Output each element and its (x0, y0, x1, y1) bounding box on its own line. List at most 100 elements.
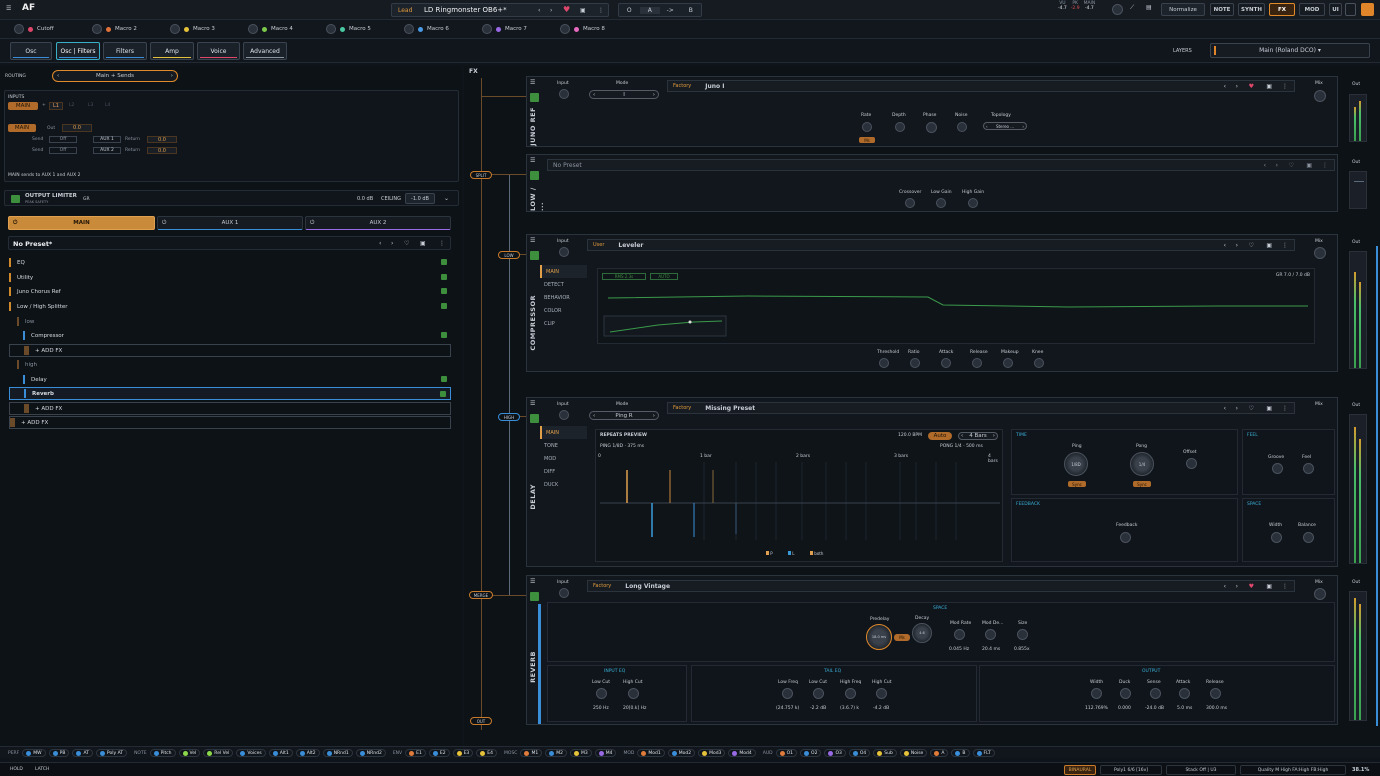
add-fx-high-button[interactable]: + ADD FX (9, 402, 451, 415)
mod-source-chip[interactable]: B (951, 749, 970, 757)
comp-attack-knob[interactable] (941, 358, 951, 368)
delay-favorite-icon[interactable]: ♡ (1249, 405, 1254, 412)
predelay-sync-button[interactable]: Ms (894, 634, 910, 641)
delay-more-icon[interactable]: ⋮ (1282, 405, 1288, 412)
mod-rate-knob[interactable] (954, 629, 965, 640)
utility-power-icon[interactable] (441, 274, 447, 280)
mod-source-chip[interactable]: FLT (972, 749, 995, 757)
nav-note[interactable]: NOTE (1210, 3, 1234, 16)
macro-6[interactable]: Macro 6 (404, 24, 482, 34)
juno-depth-knob[interactable] (895, 122, 905, 132)
comp-menu-detect[interactable]: DETECT (540, 278, 587, 291)
mod-source-chip[interactable]: O4 (848, 749, 871, 757)
juno-input-knob[interactable] (559, 89, 569, 99)
ab-copy-button[interactable]: -> (660, 7, 681, 14)
macro-knob[interactable] (92, 24, 102, 34)
ab-o-button[interactable]: O (619, 7, 640, 14)
delay-menu-duck[interactable]: DUCK (540, 478, 587, 491)
decay-knob[interactable]: 4.6 (912, 623, 932, 643)
mod-source-chip[interactable]: O1 (775, 749, 798, 757)
chain-item-delay[interactable]: Delay (9, 373, 451, 386)
favorite-heart-icon[interactable]: ♥ (563, 5, 570, 14)
splitter-prev-icon[interactable]: ‹ (1264, 162, 1266, 169)
reverb-power-icon[interactable] (440, 391, 446, 397)
ceiling-value[interactable]: -1.0 dB (405, 193, 435, 204)
quality-status[interactable]: Quality M High FA:High FB:High (1240, 765, 1346, 775)
mod-source-chip[interactable]: E3 (452, 749, 474, 757)
macro-knob[interactable] (14, 24, 24, 34)
reverb-prev-icon[interactable]: ‹ (1224, 583, 1226, 590)
comp-release-knob[interactable] (972, 358, 982, 368)
macro-2[interactable]: Macro 2 (92, 24, 170, 34)
comp-ratio-knob[interactable] (910, 358, 920, 368)
nav-mod[interactable]: MOD (1299, 3, 1325, 16)
send-main-button[interactable]: MAIN (8, 124, 36, 132)
compressor-power-icon[interactable] (441, 332, 447, 338)
send-2-amount[interactable]: Off (49, 147, 77, 154)
mod-source-chip[interactable]: Alt1 (268, 749, 293, 757)
delay-balance-knob[interactable] (1303, 532, 1314, 543)
comp-menu-main[interactable]: MAIN (540, 265, 587, 278)
nav-synth[interactable]: SYNTH (1238, 3, 1265, 16)
stack-status[interactable]: Stack Off | U3 (1166, 765, 1236, 775)
mod-source-chip[interactable]: A (930, 749, 949, 757)
chain-item-utility[interactable]: Utility (9, 271, 451, 284)
juno-mode-select[interactable]: ‹ I › (589, 90, 659, 99)
juno-power-button[interactable] (530, 93, 539, 102)
poly-status[interactable]: Poly1 6/6 [16v] (1100, 765, 1162, 775)
offset-knob[interactable] (1186, 458, 1197, 469)
bus-tab-main[interactable]: ⏻ MAIN (8, 216, 155, 230)
binaural-button[interactable]: BINAURAL (1064, 765, 1096, 775)
routing-next-icon[interactable]: › (171, 73, 173, 79)
tab-voice[interactable]: Voice (197, 42, 240, 60)
mod-source-chip[interactable]: PB (48, 749, 70, 757)
juno-topology-select[interactable]: ‹ Stereo ... › (983, 122, 1027, 130)
mod-source-chip[interactable]: Pitch (149, 749, 176, 757)
chain-item-eq[interactable]: EQ (9, 256, 451, 269)
chain-item-juno-chorus[interactable]: Juno Chorus Ref (9, 285, 451, 298)
mod-source-chip[interactable]: M2 (545, 749, 567, 757)
ping-knob[interactable]: 1/8D (1064, 452, 1088, 476)
limiter-power-icon[interactable] (11, 195, 20, 203)
macro-knob[interactable] (482, 24, 492, 34)
ab-a-button[interactable]: A (639, 6, 660, 14)
more-icon[interactable]: ⋮ (598, 7, 604, 14)
splitter-drag-icon[interactable]: ☰ (530, 157, 535, 164)
comp-threshold-knob[interactable] (879, 358, 889, 368)
delay-prev-icon[interactable]: ‹ (1224, 405, 1226, 412)
next-preset-icon[interactable]: › (550, 7, 552, 14)
chain-item-compressor[interactable]: Compressor (9, 329, 451, 342)
mod-source-chip[interactable]: O2 (800, 749, 822, 757)
mod-source-chip[interactable]: MW (22, 749, 46, 757)
routing-prev-icon[interactable]: ‹ (57, 73, 59, 79)
input-l1-button[interactable]: L1 (49, 102, 63, 110)
out-value[interactable]: 0.0 (62, 124, 92, 132)
input-l4-button[interactable]: L4 (105, 103, 110, 108)
delay-save-icon[interactable]: ▣ (1266, 405, 1272, 412)
juno-favorite-icon[interactable]: ♥ (1249, 83, 1254, 90)
chain-item-splitter[interactable]: Low / High Splitter (9, 300, 451, 313)
panel-toggle-icon[interactable] (1345, 3, 1356, 16)
comp-favorite-icon[interactable]: ♡ (1249, 242, 1254, 249)
chain-favorite-icon[interactable]: ♡ (404, 240, 409, 247)
comp-mix-knob[interactable] (1314, 247, 1326, 259)
macro-knob[interactable] (248, 24, 258, 34)
chain-prev-icon[interactable]: ‹ (379, 240, 381, 247)
ab-b-button[interactable]: B (681, 7, 702, 14)
comp-input-knob[interactable] (559, 247, 569, 257)
mod-source-chip[interactable]: E4 (476, 749, 498, 757)
splitter-power-button[interactable] (530, 171, 539, 180)
delay-drag-icon[interactable]: ☰ (530, 400, 535, 407)
tuner-icon[interactable]: ⟋ (1130, 4, 1134, 12)
tail-low-cut-knob[interactable] (813, 688, 824, 699)
delay-power-button[interactable] (530, 414, 539, 423)
chain-more-icon[interactable]: ⋮ (439, 240, 445, 247)
predelay-knob[interactable]: 18.0 ms (866, 624, 892, 650)
macro-knob[interactable] (326, 24, 336, 34)
mod-source-chip[interactable]: M4 (594, 749, 617, 757)
mod-depth-knob[interactable] (985, 629, 996, 640)
save-icon[interactable]: ▣ (580, 7, 586, 14)
mod-source-chip[interactable]: Poly AT (95, 749, 128, 757)
input-l3-button[interactable]: L3 (88, 103, 93, 108)
mod-source-chip[interactable]: Vel (178, 749, 201, 757)
